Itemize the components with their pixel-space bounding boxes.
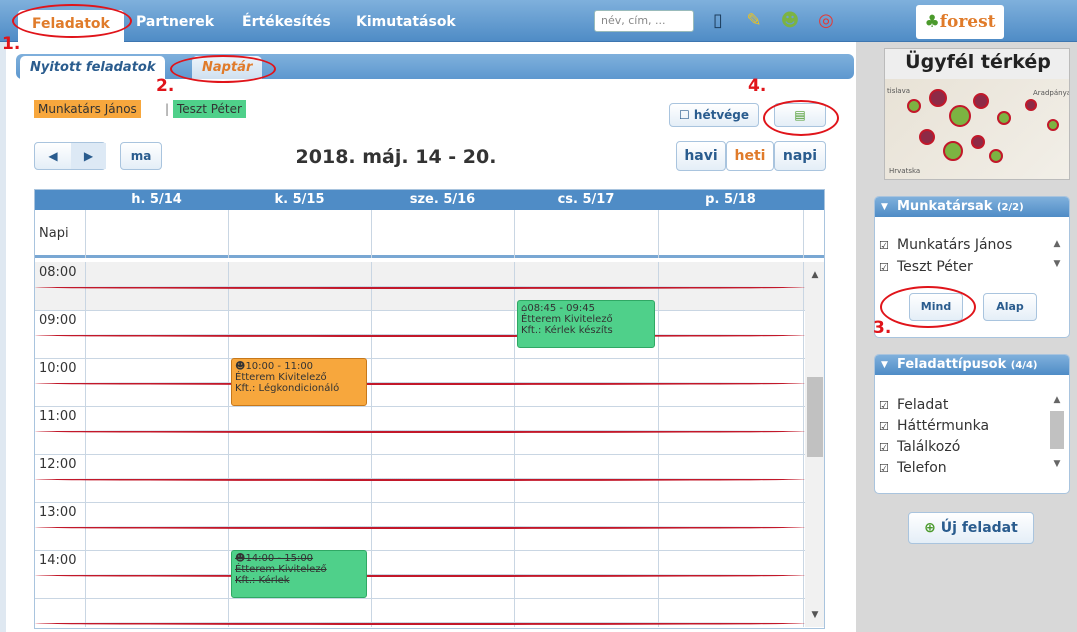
view-day-button[interactable]: napi: [774, 141, 826, 171]
nav-tab-kimutatasok[interactable]: Kimutatások: [342, 8, 470, 36]
calendar-event[interactable]: ☻10:00 - 11:00 Étterem Kivitelező Kft.: …: [231, 358, 367, 406]
view-month-button[interactable]: havi: [676, 141, 726, 171]
person-tag-janos[interactable]: Munkatárs János: [34, 100, 141, 118]
mobile-icon[interactable]: ▯: [706, 9, 730, 33]
checked-icon: ☑: [879, 261, 889, 274]
calendar-scrollbar[interactable]: ▲ ▼: [805, 262, 824, 627]
map-label: Aradpánya: [1033, 89, 1070, 97]
allday-row[interactable]: Napi: [35, 210, 824, 258]
scroll-thumb[interactable]: [807, 377, 823, 457]
checked-icon: ☑: [879, 420, 889, 433]
calendar-event[interactable]: ☻14:00 - 15:00 Étterem Kivitelező Kft.: …: [231, 550, 367, 598]
nav-tab-partnerek[interactable]: Partnerek: [122, 8, 228, 36]
hour-label: 09:00: [39, 313, 77, 328]
annotation-ellipse: [880, 286, 976, 328]
task-types-panel-header[interactable]: ▼ Feladattípusok (4/4): [875, 355, 1069, 375]
scroll-up-icon[interactable]: ▲: [1049, 239, 1065, 249]
checked-icon: ☑: [879, 441, 889, 454]
day-header[interactable]: cs. 5/17: [514, 190, 658, 210]
task-types-panel: ▼ Feladattípusok (4/4) ☑ Feladat ☑ Háttérm…: [874, 354, 1070, 494]
nav-arrows: ◀ ▶: [34, 142, 106, 170]
checked-icon: ☑: [879, 462, 889, 475]
search-input[interactable]: név, cím, ...: [594, 10, 694, 32]
day-header[interactable]: h. 5/14: [85, 190, 228, 210]
person-tag-peter[interactable]: Teszt Péter: [173, 100, 246, 118]
day-header[interactable]: sze. 5/16: [371, 190, 514, 210]
today-button[interactable]: ma: [120, 142, 162, 170]
subtab-bar: Nyitott feladatok Naptár: [16, 54, 854, 79]
hour-label: 12:00: [39, 457, 77, 472]
calendar-event[interactable]: ⌂08:45 - 09:45 Étterem Kivitelező Kft.: …: [517, 300, 655, 348]
new-task-button[interactable]: ⊕ Új feladat: [908, 512, 1034, 544]
checked-icon: ☑: [879, 239, 889, 252]
scroll-thumb[interactable]: [1050, 411, 1064, 449]
annotation-number: 3.: [873, 318, 892, 338]
hour-label: 11:00: [39, 409, 77, 424]
main-content: Nyitott feladatok Naptár Munkatárs János…: [6, 42, 855, 632]
scroll-down-icon[interactable]: ▼: [1049, 459, 1065, 469]
forest-logo[interactable]: ♣forest: [916, 5, 1004, 39]
annotation-number: 1.: [2, 34, 21, 54]
user-icon[interactable]: ☻: [778, 9, 802, 33]
weekend-toggle[interactable]: ☐ hétvége: [669, 103, 759, 127]
scroll-down-icon[interactable]: ▼: [805, 610, 824, 620]
client-map[interactable]: tislava Aradpánya Hrvatska Ügyfél térkép: [884, 48, 1070, 180]
hour-label: 13:00: [39, 505, 77, 520]
hour-label: 14:00: [39, 553, 77, 568]
person-icon: ☻: [235, 553, 246, 564]
time-grid[interactable]: 08:00 09:00 10:00 11:00 12:00 13:00 14:0…: [35, 262, 805, 627]
annotation-ellipse: [12, 4, 132, 38]
default-button[interactable]: Alap: [983, 293, 1037, 321]
task-type-checkbox[interactable]: ☑ Háttérmunka: [879, 418, 989, 434]
person-icon: ☻: [235, 361, 246, 372]
task-type-checkbox[interactable]: ☑ Feladat: [879, 397, 948, 413]
calendar-header: h. 5/14 k. 5/15 sze. 5/16 cs. 5/17 p. 5/…: [35, 190, 824, 210]
collapse-icon[interactable]: ▼: [881, 355, 888, 375]
checkbox-icon: ☐: [678, 108, 690, 122]
checked-icon: ☑: [879, 399, 889, 412]
annotation-ellipse: [763, 100, 839, 136]
person-separator: |: [165, 102, 170, 116]
next-week-icon[interactable]: ▶: [71, 143, 106, 169]
coworker-checkbox[interactable]: ☑ Teszt Péter: [879, 259, 973, 275]
nav-tab-ertekesites[interactable]: Értékesítés: [228, 8, 345, 36]
subtab-open-tasks[interactable]: Nyitott feladatok: [20, 56, 166, 79]
view-week-button[interactable]: heti: [726, 141, 774, 171]
map-label: Hrvatska: [889, 167, 921, 175]
collapse-icon[interactable]: ▼: [881, 197, 888, 217]
plus-circle-icon: ⊕: [924, 520, 936, 536]
day-header[interactable]: p. 5/18: [658, 190, 803, 210]
week-calendar: h. 5/14 k. 5/15 sze. 5/16 cs. 5/17 p. 5/…: [34, 189, 825, 629]
annotation-number: 4.: [748, 76, 767, 96]
allday-label: Napi: [39, 226, 69, 241]
scroll-up-icon[interactable]: ▲: [1049, 395, 1065, 405]
map-title: Ügyfél térkép: [905, 51, 1051, 73]
pin-icon[interactable]: ✎: [742, 9, 766, 33]
annotation-number: 2.: [156, 76, 175, 96]
scroll-up-icon[interactable]: ▲: [805, 270, 824, 280]
hour-label: 08:00: [39, 265, 77, 280]
task-type-checkbox[interactable]: ☑ Telefon: [879, 460, 947, 476]
hour-label: 10:00: [39, 361, 77, 376]
prev-week-icon[interactable]: ◀: [35, 143, 71, 169]
map-label: tislava: [887, 87, 911, 95]
scroll-down-icon[interactable]: ▼: [1049, 259, 1065, 269]
coworkers-panel-header[interactable]: ▼ Munkatársak (2/2): [875, 197, 1069, 217]
task-type-checkbox[interactable]: ☑ Találkozó: [879, 439, 960, 455]
week-range-title: 2018. máj. 14 - 20.: [295, 146, 497, 168]
top-navbar: Feladatok Partnerek Értékesítés Kimutatá…: [0, 0, 1077, 42]
day-header[interactable]: k. 5/15: [228, 190, 371, 210]
annotation-ellipse: [170, 55, 276, 83]
lifebuoy-icon[interactable]: ◎: [814, 9, 838, 33]
coworker-checkbox[interactable]: ☑ Munkatárs János: [879, 237, 1012, 253]
